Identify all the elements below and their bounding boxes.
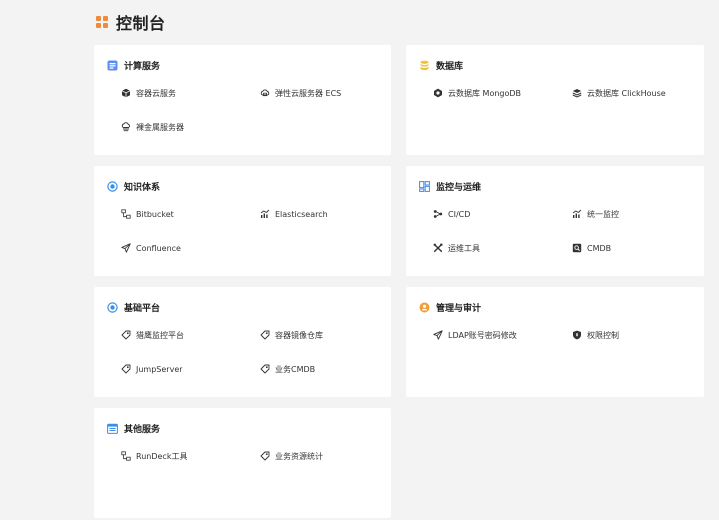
link-ops-tools[interactable]: 运维工具 [433,241,480,255]
card-title-text: 管理与审计 [436,303,482,314]
page-header: 控制台 [96,11,166,33]
link-label: 云数据库 ClickHouse [587,88,666,98]
target-icon [107,180,118,192]
card-title-text: 监控与运维 [436,182,482,193]
tag-icon [260,364,270,374]
link-container-cloud[interactable]: 容器云服务 [121,86,176,100]
card-title-knowledge: 知识体系 [107,178,160,194]
tag-icon [260,451,270,461]
user-badge-icon [419,302,430,313]
page-title: 控制台 [116,14,166,33]
link-label: 容器云服务 [136,88,176,98]
server-list-icon [107,60,118,71]
cloud-server-icon [260,88,270,98]
card-title-text: 知识体系 [124,182,161,193]
console-page: 控制台 计算服务 容器云服务 弹性云服务器 ECS 裸金属服务器 数据库 云数据… [0,0,719,520]
card-title-platform: 基础平台 [107,299,160,315]
link-label: 统一监控 [587,209,619,219]
tag-icon [121,330,131,340]
link-label: 云数据库 MongoDB [448,88,522,98]
cube-icon [121,88,131,98]
hierarchy-icon [121,451,131,461]
card-monitor: 监控与运维 CI/CD 统一监控 运维工具 CMDB [406,166,704,276]
link-label: 业务资源统计 [275,451,323,461]
card-title-text: 数据库 [436,61,464,72]
link-permission-control[interactable]: 权限控制 [572,328,619,342]
card-title-monitor: 监控与运维 [419,178,481,194]
send-icon [433,330,443,340]
link-label: Bitbucket [136,209,174,219]
link-bare-metal[interactable]: 裸金属服务器 [121,120,184,134]
hierarchy-icon [121,209,131,219]
link-ldap-password[interactable]: LDAP账号密码修改 [433,328,517,342]
card-audit: 管理与审计 LDAP账号密码修改 权限控制 [406,287,704,397]
link-label: Elasticsearch [275,209,328,219]
card-title-text: 基础平台 [124,303,161,314]
link-label: 裸金属服务器 [136,122,184,132]
tag-icon [121,364,131,374]
chart-icon [260,209,270,219]
link-cicd[interactable]: CI/CD [433,207,470,221]
link-confluence[interactable]: Confluence [121,241,181,255]
cloud-stack-icon [121,122,131,132]
card-database: 数据库 云数据库 MongoDB 云数据库 ClickHouse [406,45,704,155]
link-label: 权限控制 [587,330,619,340]
link-clickhouse[interactable]: 云数据库 ClickHouse [572,86,666,100]
card-title-other: 其他服务 [107,420,160,436]
mongodb-icon [433,88,443,98]
send-icon [121,243,131,253]
link-business-cmdb[interactable]: 业务CMDB [260,362,315,376]
chart-icon [572,209,582,219]
pipeline-icon [433,209,443,219]
link-cmdb[interactable]: CMDB [572,241,611,255]
link-label: CMDB [587,243,612,253]
card-title-audit: 管理与审计 [419,299,481,315]
card-title-compute: 计算服务 [107,57,160,73]
card-knowledge: 知识体系 Bitbucket Elasticsearch Confluence [94,166,391,276]
layers-icon [572,88,582,98]
card-platform: 基础平台 猎鹰监控平台 容器镜像仓库 JumpServer 业务CMDB [94,287,391,397]
search-doc-icon [572,243,582,253]
tools-icon [433,243,443,253]
link-bitbucket[interactable]: Bitbucket [121,207,174,221]
link-label: LDAP账号密码修改 [448,330,517,340]
link-label: 运维工具 [448,243,480,253]
link-rundeck[interactable]: RunDeck工具 [121,449,187,463]
calendar-icon [107,423,118,434]
tag-icon [260,330,270,340]
dashboard-icon [419,180,430,192]
link-label: Confluence [136,243,181,253]
link-label: RunDeck工具 [136,451,188,461]
link-image-registry[interactable]: 容器镜像仓库 [260,328,323,342]
link-label: 业务CMDB [275,364,316,374]
link-elasticsearch[interactable]: Elasticsearch [260,207,328,221]
database-icon [419,60,430,71]
card-title-text: 计算服务 [124,61,161,72]
card-compute: 计算服务 容器云服务 弹性云服务器 ECS 裸金属服务器 [94,45,391,155]
grid-logo-icon [96,16,108,28]
shield-icon [572,330,582,340]
link-unified-monitor[interactable]: 统一监控 [572,207,619,221]
link-ecs[interactable]: 弹性云服务器 ECS [260,86,341,100]
link-mongodb[interactable]: 云数据库 MongoDB [433,86,521,100]
link-label: 猎鹰监控平台 [136,330,184,340]
link-label: 容器镜像仓库 [275,330,323,340]
link-jumpserver[interactable]: JumpServer [121,362,183,376]
link-label: CI/CD [448,209,471,219]
card-title-text: 其他服务 [124,424,161,435]
card-title-database: 数据库 [419,57,463,73]
target-icon [107,301,118,313]
link-label: 弹性云服务器 ECS [275,88,342,98]
link-label: JumpServer [136,364,183,374]
card-other: 其他服务 RunDeck工具 业务资源统计 [94,408,391,518]
link-falcon-monitor[interactable]: 猎鹰监控平台 [121,328,184,342]
link-resource-stats[interactable]: 业务资源统计 [260,449,323,463]
